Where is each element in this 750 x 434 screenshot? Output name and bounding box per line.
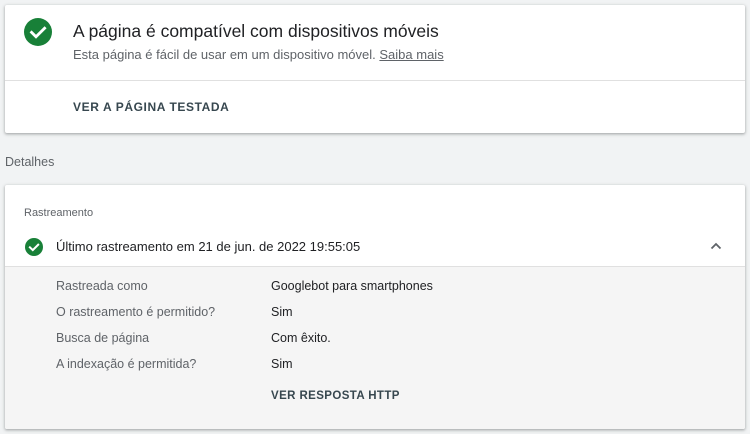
result-card: A página é compatível com dispositivos m… — [5, 5, 745, 133]
detail-key: Rastreada como — [56, 279, 148, 293]
details-card: Rastreamento Último rastreamento em 21 d… — [5, 185, 745, 429]
view-tested-page-button[interactable]: VER A PÁGINA TESTADA — [73, 100, 229, 114]
detail-value: Sim — [271, 357, 293, 371]
result-subtitle: Esta página é fácil de usar em um dispos… — [73, 47, 444, 62]
crawl-details: Rastreada como Googlebot para smartphone… — [5, 266, 745, 429]
last-crawl-row[interactable]: Último rastreamento em 21 de jun. de 202… — [5, 229, 745, 266]
detail-row-page-fetch: Busca de página Com êxito. — [5, 331, 745, 351]
check-circle-icon — [25, 238, 43, 256]
details-heading: Detalhes — [5, 155, 55, 169]
chevron-up-icon[interactable] — [709, 239, 723, 253]
result-header: A página é compatível com dispositivos m… — [5, 5, 745, 81]
detail-row-crawled-as: Rastreada como Googlebot para smartphone… — [5, 279, 745, 299]
check-circle-icon — [24, 18, 52, 46]
detail-value: Com êxito. — [271, 331, 331, 345]
result-title: A página é compatível com dispositivos m… — [73, 21, 439, 41]
last-crawl-text: Último rastreamento em 21 de jun. de 202… — [56, 239, 361, 254]
detail-value: Googlebot para smartphones — [271, 279, 433, 293]
view-http-response-button[interactable]: VER RESPOSTA HTTP — [271, 390, 400, 402]
result-subtitle-text: Esta página é fácil de usar em um dispos… — [73, 47, 376, 62]
detail-key: Busca de página — [56, 331, 150, 345]
divider — [5, 80, 745, 81]
detail-key: O rastreamento é permitido? — [56, 305, 216, 319]
detail-key: A indexação é permitida? — [56, 357, 197, 371]
learn-more-link[interactable]: Saiba mais — [379, 47, 443, 62]
section-label-crawl: Rastreamento — [24, 207, 94, 219]
detail-row-indexing-allowed: A indexação é permitida? Sim — [5, 357, 745, 377]
detail-row-crawl-allowed: O rastreamento é permitido? Sim — [5, 305, 745, 325]
detail-value: Sim — [271, 305, 293, 319]
